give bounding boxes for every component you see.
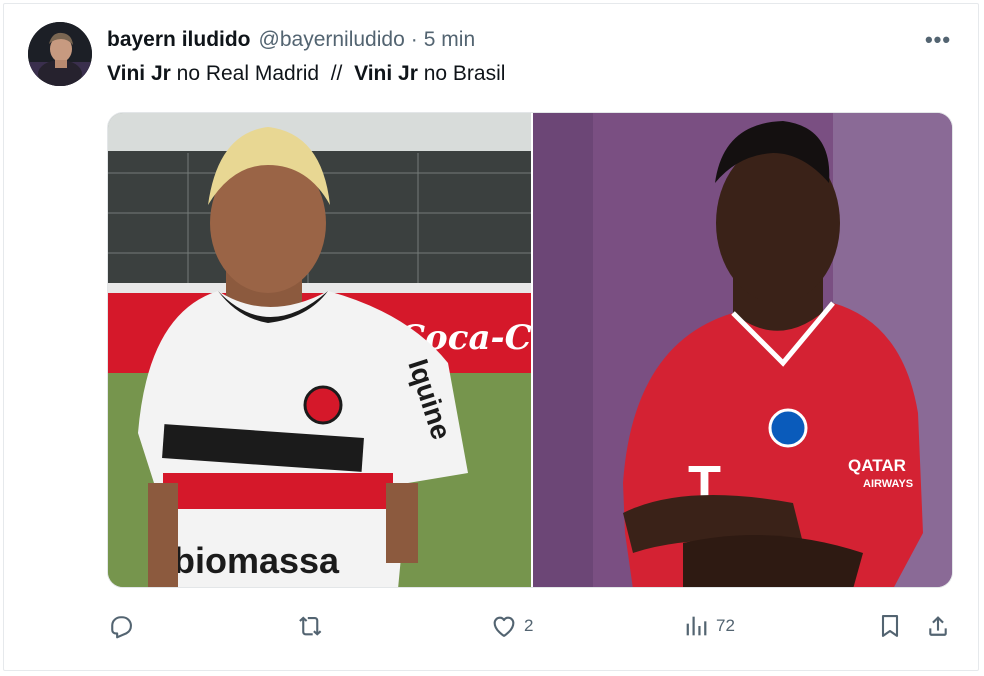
photo-left[interactable]: Coca-Cola biomassa Iquine bbox=[108, 113, 531, 588]
retweet-button[interactable] bbox=[298, 606, 326, 646]
bookmark-icon bbox=[881, 615, 899, 637]
action-bar: 2 72 bbox=[0, 606, 984, 646]
retweet-icon bbox=[299, 616, 322, 636]
views-button[interactable]: 72 bbox=[682, 606, 735, 646]
tweet-header: bayern iludido @bayerniludido · 5 min bbox=[107, 26, 475, 54]
like-count: 2 bbox=[524, 616, 534, 635]
timestamp[interactable]: 5 min bbox=[424, 28, 475, 52]
bookmark-button[interactable] bbox=[876, 606, 904, 646]
share-button[interactable] bbox=[924, 606, 952, 646]
avatar[interactable] bbox=[28, 22, 92, 86]
tweet-text-bold-2: Vini Jr bbox=[354, 62, 418, 85]
display-name[interactable]: bayern iludido bbox=[107, 28, 251, 52]
views-count: 72 bbox=[716, 616, 735, 635]
avatar-image bbox=[28, 22, 92, 86]
analytics-icon bbox=[686, 616, 707, 636]
user-handle[interactable]: @bayerniludido bbox=[259, 28, 405, 52]
more-options-icon[interactable]: ••• bbox=[924, 27, 952, 52]
separator-dot: · bbox=[410, 28, 418, 51]
reply-button[interactable] bbox=[107, 606, 135, 646]
reply-icon bbox=[111, 616, 132, 639]
like-button[interactable]: 2 bbox=[490, 606, 533, 646]
tweet-text-bold-1: Vini Jr bbox=[107, 62, 171, 85]
share-icon bbox=[929, 616, 947, 636]
heart-icon bbox=[493, 616, 515, 637]
right-sleeve-sponsor-2: AIRWAYS bbox=[863, 478, 913, 490]
photo-right[interactable]: T QATAR AIRWAYS bbox=[533, 113, 953, 588]
tweet-text-part-4: no Brasil bbox=[417, 62, 506, 85]
tweet-text: Vini Jr no Real Madrid // Vini Jr no Bra… bbox=[107, 62, 505, 86]
left-shirt-sponsor: biomassa bbox=[173, 540, 340, 581]
tweet-text-part-2: no Real Madrid // bbox=[170, 62, 355, 85]
media-grid: Coca-Cola biomassa Iquine T QATAR AIRWAY bbox=[107, 112, 953, 588]
right-sleeve-sponsor-1: QATAR bbox=[848, 456, 906, 475]
